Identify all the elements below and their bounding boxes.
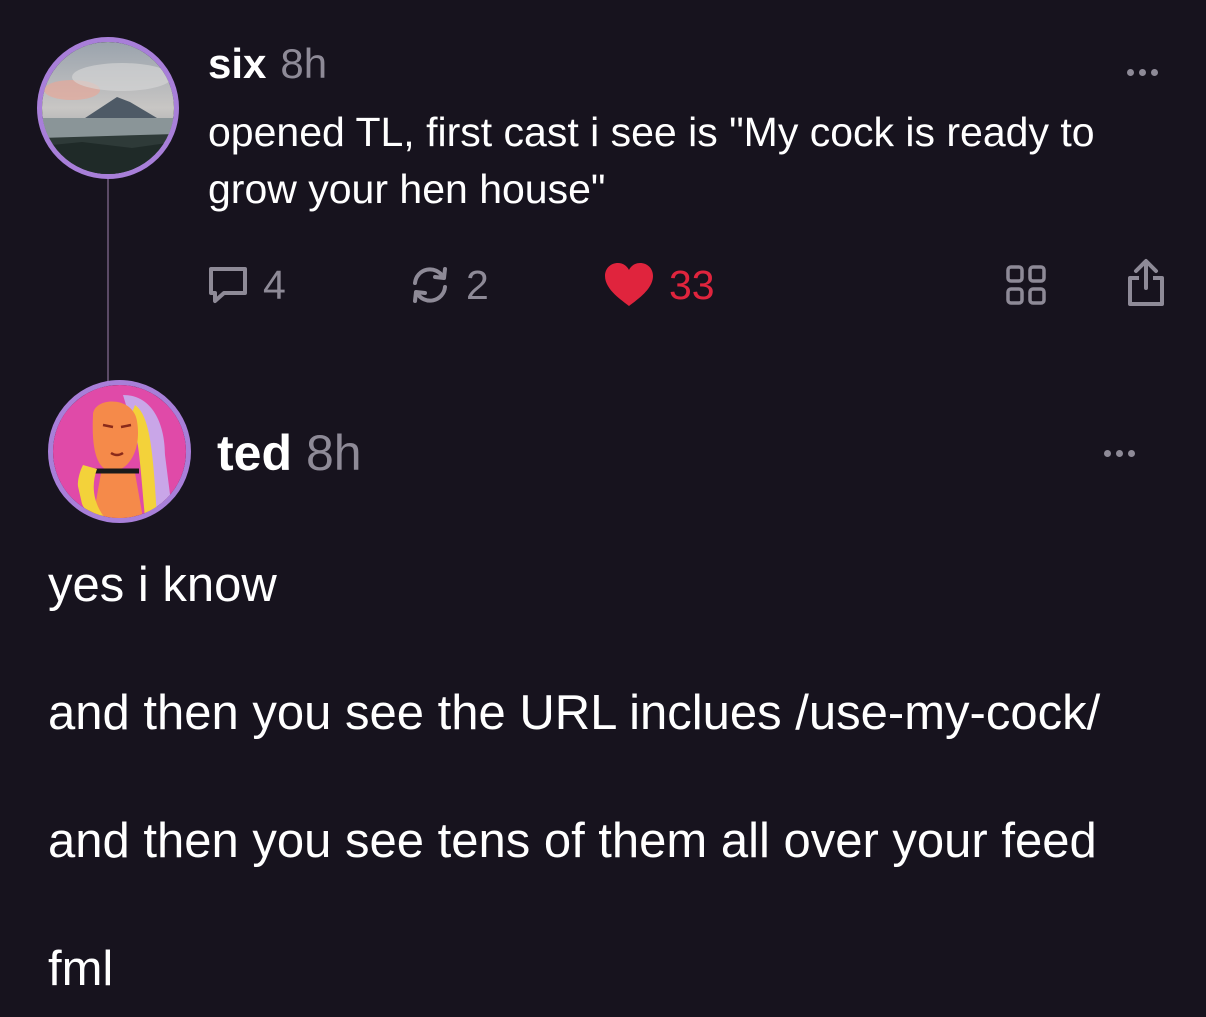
reply-paragraph: yes i know — [48, 558, 277, 612]
share-button[interactable] — [1125, 258, 1167, 308]
reply-paragraph: fml — [48, 942, 114, 996]
avatar-ted[interactable] — [48, 380, 191, 523]
reply-text: yes i know and then you see the URL incl… — [48, 553, 1188, 1001]
comment-icon — [209, 267, 247, 303]
like-button[interactable]: 33 — [603, 262, 715, 308]
more-dots-icon[interactable] — [1127, 69, 1158, 76]
heart-icon — [605, 263, 653, 306]
thread-connector-line — [107, 178, 109, 383]
share-icon — [1128, 259, 1164, 306]
reply-paragraph: and then you see tens of them all over y… — [48, 814, 1097, 868]
reply-count: 4 — [263, 262, 286, 308]
reply-header: ted 8h — [217, 424, 362, 482]
avatar-ted-image — [53, 385, 186, 518]
reply-timestamp[interactable]: 8h — [306, 424, 362, 482]
cast-timestamp[interactable]: 8h — [280, 40, 327, 88]
thread-view: six 8h opened TL, first cast i see is "M… — [0, 0, 1206, 1017]
reply-paragraph: and then you see the URL inclues /use-my… — [48, 686, 1101, 740]
grid-button[interactable] — [1005, 264, 1047, 306]
reply-more-dots-icon[interactable] — [1104, 450, 1135, 457]
recast-button[interactable]: 2 — [408, 262, 489, 308]
cast-header: six 8h — [208, 40, 327, 88]
reply-button[interactable]: 4 — [207, 262, 286, 308]
reply-author-username[interactable]: ted — [217, 424, 292, 482]
recast-count: 2 — [466, 262, 489, 308]
author-username[interactable]: six — [208, 40, 266, 88]
avatar-six[interactable] — [37, 37, 179, 179]
grid-icon — [1006, 265, 1046, 305]
avatar-six-image — [42, 42, 174, 174]
recast-icon — [413, 267, 447, 303]
like-count: 33 — [669, 262, 715, 308]
cast-text: opened TL, first cast i see is "My cock … — [208, 109, 1095, 212]
